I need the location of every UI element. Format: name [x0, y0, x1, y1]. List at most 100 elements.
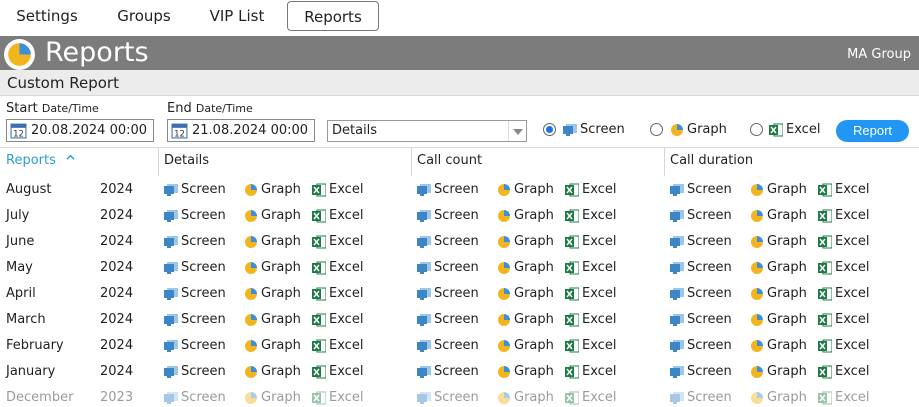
call-count-excel-link[interactable]: Excel	[565, 208, 616, 224]
graph-link-label: Graph	[514, 260, 554, 275]
call-count-screen-link[interactable]: Screen	[417, 234, 479, 250]
column-reports-sort[interactable]: Reports	[6, 152, 75, 170]
call-count-graph-link[interactable]: Graph	[497, 338, 554, 354]
details-excel-link[interactable]: Excel	[312, 234, 363, 250]
call-count-excel-link[interactable]: Excel	[565, 364, 616, 380]
call-duration-screen-link[interactable]: Screen	[670, 390, 732, 406]
call-count-excel-link[interactable]: Excel	[565, 338, 616, 354]
call-duration-screen-link[interactable]: Screen	[670, 338, 732, 354]
call-duration-graph-link[interactable]: Graph	[750, 208, 807, 224]
call-count-graph-link[interactable]: Graph	[497, 234, 554, 250]
details-excel-link[interactable]: Excel	[312, 338, 363, 354]
call-duration-screen-link[interactable]: Screen	[670, 286, 732, 302]
details-excel-link[interactable]: Excel	[312, 312, 363, 328]
details-screen-link[interactable]: Screen	[164, 286, 226, 302]
details-screen-link[interactable]: Screen	[164, 390, 226, 406]
call-count-graph-link[interactable]: Graph	[497, 286, 554, 302]
output-graph-label[interactable]: Graph	[670, 122, 727, 138]
output-excel-label[interactable]: Excel	[769, 122, 820, 138]
details-excel-link[interactable]: Excel	[312, 260, 363, 276]
tab-reports[interactable]: Reports	[287, 1, 379, 31]
details-excel-link[interactable]: Excel	[312, 182, 363, 198]
output-excel-radio[interactable]	[750, 123, 763, 136]
report-type-select[interactable]: Details	[327, 120, 527, 142]
call-count-excel-link[interactable]: Excel	[565, 234, 616, 250]
call-count-screen-link[interactable]: Screen	[417, 182, 479, 198]
call-count-graph-link[interactable]: Graph	[497, 182, 554, 198]
call-duration-graph-link[interactable]: Graph	[750, 260, 807, 276]
call-duration-excel-link[interactable]: Excel	[818, 234, 869, 250]
call-duration-graph-link[interactable]: Graph	[750, 286, 807, 302]
call-duration-graph-link[interactable]: Graph	[750, 364, 807, 380]
details-excel-link[interactable]: Excel	[312, 208, 363, 224]
call-count-excel-link[interactable]: Excel	[565, 286, 616, 302]
details-graph-link[interactable]: Graph	[244, 286, 301, 302]
call-duration-screen-link[interactable]: Screen	[670, 260, 732, 276]
details-graph-link[interactable]: Graph	[244, 182, 301, 198]
call-count-graph-link[interactable]: Graph	[497, 312, 554, 328]
call-count-screen-link[interactable]: Screen	[417, 338, 479, 354]
end-date-input[interactable]: 12 21.08.2024 00:00	[167, 119, 315, 142]
details-screen-link[interactable]: Screen	[164, 312, 226, 328]
call-count-excel-link[interactable]: Excel	[565, 182, 616, 198]
tab-vip-list[interactable]: VIP List	[194, 1, 280, 31]
tab-groups[interactable]: Groups	[100, 1, 188, 31]
details-graph-link[interactable]: Graph	[244, 390, 301, 406]
call-duration-screen-link[interactable]: Screen	[670, 312, 732, 328]
output-graph-radio[interactable]	[650, 123, 663, 136]
call-duration-graph-link[interactable]: Graph	[750, 182, 807, 198]
output-screen-radio[interactable]	[543, 123, 556, 136]
call-duration-excel-link[interactable]: Excel	[818, 338, 869, 354]
start-date-input[interactable]: 12 20.08.2024 00:00	[6, 119, 154, 142]
call-count-screen-link[interactable]: Screen	[417, 208, 479, 224]
call-count-screen-link[interactable]: Screen	[417, 312, 479, 328]
call-duration-excel-link[interactable]: Excel	[818, 182, 869, 198]
call-duration-excel-link[interactable]: Excel	[818, 390, 869, 406]
call-count-screen-link[interactable]: Screen	[417, 390, 479, 406]
monitor-icon	[164, 184, 178, 196]
excel-link-label: Excel	[329, 364, 364, 379]
call-duration-excel-link[interactable]: Excel	[818, 364, 869, 380]
details-excel-link[interactable]: Excel	[312, 364, 363, 380]
call-count-excel-link[interactable]: Excel	[565, 390, 616, 406]
details-graph-link[interactable]: Graph	[244, 338, 301, 354]
call-duration-screen-link[interactable]: Screen	[670, 364, 732, 380]
call-duration-graph-link[interactable]: Graph	[750, 338, 807, 354]
call-count-excel-link[interactable]: Excel	[565, 260, 616, 276]
details-screen-link[interactable]: Screen	[164, 338, 226, 354]
call-duration-graph-link[interactable]: Graph	[750, 390, 807, 406]
details-graph-link[interactable]: Graph	[244, 208, 301, 224]
call-count-screen-link[interactable]: Screen	[417, 260, 479, 276]
call-count-graph-link[interactable]: Graph	[497, 364, 554, 380]
call-duration-screen-link[interactable]: Screen	[670, 182, 732, 198]
details-screen-link[interactable]: Screen	[164, 234, 226, 250]
row-month: March	[6, 312, 46, 327]
tab-settings[interactable]: Settings	[3, 1, 91, 31]
call-duration-graph-link[interactable]: Graph	[750, 234, 807, 250]
details-graph-link[interactable]: Graph	[244, 260, 301, 276]
call-count-screen-link[interactable]: Screen	[417, 286, 479, 302]
details-graph-link[interactable]: Graph	[244, 234, 301, 250]
call-count-screen-link[interactable]: Screen	[417, 364, 479, 380]
details-excel-link[interactable]: Excel	[312, 390, 363, 406]
call-count-graph-link[interactable]: Graph	[497, 390, 554, 406]
details-screen-link[interactable]: Screen	[164, 260, 226, 276]
call-duration-excel-link[interactable]: Excel	[818, 286, 869, 302]
details-screen-link[interactable]: Screen	[164, 364, 226, 380]
call-count-graph-link[interactable]: Graph	[497, 208, 554, 224]
call-duration-graph-link[interactable]: Graph	[750, 312, 807, 328]
output-screen-label[interactable]: Screen	[563, 122, 625, 138]
details-excel-link[interactable]: Excel	[312, 286, 363, 302]
details-graph-link[interactable]: Graph	[244, 364, 301, 380]
call-duration-excel-link[interactable]: Excel	[818, 260, 869, 276]
details-screen-link[interactable]: Screen	[164, 182, 226, 198]
report-button[interactable]: Report	[836, 120, 909, 142]
call-count-excel-link[interactable]: Excel	[565, 312, 616, 328]
call-duration-excel-link[interactable]: Excel	[818, 208, 869, 224]
details-graph-link[interactable]: Graph	[244, 312, 301, 328]
call-count-graph-link[interactable]: Graph	[497, 260, 554, 276]
call-duration-screen-link[interactable]: Screen	[670, 208, 732, 224]
details-screen-link[interactable]: Screen	[164, 208, 226, 224]
call-duration-screen-link[interactable]: Screen	[670, 234, 732, 250]
call-duration-excel-link[interactable]: Excel	[818, 312, 869, 328]
